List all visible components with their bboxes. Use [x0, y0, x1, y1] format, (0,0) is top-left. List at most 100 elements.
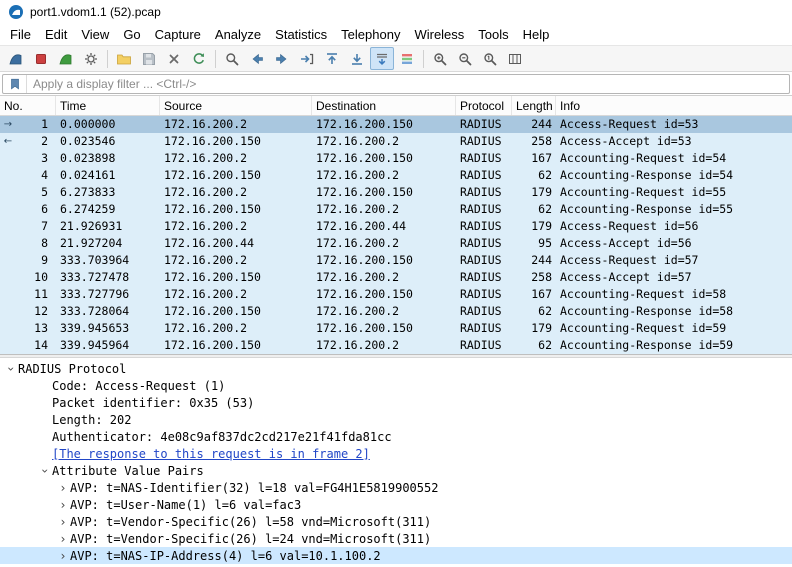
- restart-capture-button[interactable]: [54, 47, 78, 70]
- detail-line-radius-protocol[interactable]: › RADIUS Protocol: [0, 360, 792, 377]
- save-file-button[interactable]: [137, 47, 161, 70]
- cell-source: 172.16.200.150: [160, 201, 312, 218]
- packet-row[interactable]: 3 0.023898 172.16.200.2 172.16.200.150 R…: [0, 150, 792, 167]
- detail-line-avp-nas-identifier[interactable]: › AVP: t=NAS-Identifier(32) l=18 val=FG4…: [0, 479, 792, 496]
- menu-go[interactable]: Go: [116, 25, 147, 44]
- menu-edit[interactable]: Edit: [38, 25, 74, 44]
- cell-info: Accounting-Response id=59: [556, 337, 792, 354]
- first-packet-button[interactable]: [320, 47, 344, 70]
- cell-source: 172.16.200.2: [160, 116, 312, 133]
- auto-scroll-button[interactable]: [370, 47, 394, 70]
- packet-row[interactable]: 5 6.273833 172.16.200.2 172.16.200.150 R…: [0, 184, 792, 201]
- detail-line-packet-identifier[interactable]: Packet identifier: 0x35 (53): [0, 394, 792, 411]
- capture-options-button[interactable]: [79, 47, 103, 70]
- expander-icon[interactable]: ›: [56, 515, 70, 529]
- packet-row[interactable]: 9 333.703964 172.16.200.2 172.16.200.150…: [0, 252, 792, 269]
- packet-row[interactable]: 6 6.274259 172.16.200.150 172.16.200.2 R…: [0, 201, 792, 218]
- packet-row[interactable]: 7 21.926931 172.16.200.2 172.16.200.44 R…: [0, 218, 792, 235]
- column-header-info[interactable]: Info: [556, 96, 792, 115]
- expander-icon[interactable]: ›: [4, 362, 18, 376]
- cell-destination: 172.16.200.2: [312, 337, 456, 354]
- packet-list-header: No. Time Source Destination Protocol Len…: [0, 96, 792, 116]
- zoom-out-icon: [457, 51, 473, 67]
- stop-capture-icon: [33, 51, 49, 67]
- cell-source: 172.16.200.2: [160, 320, 312, 337]
- display-filter-box[interactable]: [2, 74, 790, 94]
- stop-capture-button[interactable]: [29, 47, 53, 70]
- detail-line-attribute-value-pairs[interactable]: › Attribute Value Pairs: [0, 462, 792, 479]
- menu-capture[interactable]: Capture: [148, 25, 208, 44]
- menu-wireless[interactable]: Wireless: [407, 25, 471, 44]
- packet-row[interactable]: 14 339.945964 172.16.200.150 172.16.200.…: [0, 337, 792, 354]
- expander-icon[interactable]: ›: [56, 498, 70, 512]
- cell-time: 0.023898: [56, 150, 160, 167]
- first-packet-icon: [324, 51, 340, 67]
- packet-row[interactable]: →1 0.000000 172.16.200.2 172.16.200.150 …: [0, 116, 792, 133]
- start-capture-button[interactable]: [4, 47, 28, 70]
- detail-line-length[interactable]: Length: 202: [0, 411, 792, 428]
- go-back-button[interactable]: [245, 47, 269, 70]
- detail-line-authenticator[interactable]: Authenticator: 4e08c9af837dc2cd217e21f41…: [0, 428, 792, 445]
- expander-icon[interactable]: ›: [56, 549, 70, 563]
- cell-protocol: RADIUS: [456, 337, 512, 354]
- cell-length: 258: [512, 133, 556, 150]
- colorize-button[interactable]: [395, 47, 419, 70]
- menu-view[interactable]: View: [74, 25, 116, 44]
- close-file-button[interactable]: [162, 47, 186, 70]
- main-toolbar: [0, 45, 792, 72]
- detail-line-response-frame-link[interactable]: [The response to this request is in fram…: [0, 445, 792, 462]
- column-header-source[interactable]: Source: [160, 96, 312, 115]
- packet-row[interactable]: 12 333.728064 172.16.200.150 172.16.200.…: [0, 303, 792, 320]
- last-packet-button[interactable]: [345, 47, 369, 70]
- expander-icon[interactable]: ›: [38, 464, 52, 478]
- reload-file-button[interactable]: [187, 47, 211, 70]
- detail-line-avp-vendor-specific-2[interactable]: › AVP: t=Vendor-Specific(26) l=24 vnd=Mi…: [0, 530, 792, 547]
- zoom-in-button[interactable]: [428, 47, 452, 70]
- resize-columns-icon: [507, 51, 523, 67]
- display-filter-input[interactable]: [27, 77, 789, 91]
- zoom-out-button[interactable]: [453, 47, 477, 70]
- column-header-no[interactable]: No.: [0, 96, 56, 115]
- menu-analyze[interactable]: Analyze: [208, 25, 268, 44]
- cell-source: 172.16.200.150: [160, 167, 312, 184]
- cell-source: 172.16.200.2: [160, 252, 312, 269]
- packet-row[interactable]: 8 21.927204 172.16.200.44 172.16.200.2 R…: [0, 235, 792, 252]
- cell-time: 6.273833: [56, 184, 160, 201]
- expander-icon[interactable]: ›: [56, 532, 70, 546]
- column-header-length[interactable]: Length: [512, 96, 556, 115]
- go-forward-button[interactable]: [270, 47, 294, 70]
- go-to-packet-button[interactable]: [295, 47, 319, 70]
- cell-destination: 172.16.200.150: [312, 116, 456, 133]
- menu-file[interactable]: File: [3, 25, 38, 44]
- menu-tools[interactable]: Tools: [471, 25, 515, 44]
- packet-row[interactable]: 4 0.024161 172.16.200.150 172.16.200.2 R…: [0, 167, 792, 184]
- resize-columns-button[interactable]: [503, 47, 527, 70]
- detail-line-code[interactable]: Code: Access-Request (1): [0, 377, 792, 394]
- cell-source: 172.16.200.2: [160, 150, 312, 167]
- filter-bookmark-button[interactable]: [3, 75, 27, 93]
- packet-row[interactable]: 13 339.945653 172.16.200.2 172.16.200.15…: [0, 320, 792, 337]
- menu-help[interactable]: Help: [516, 25, 557, 44]
- column-header-time[interactable]: Time: [56, 96, 160, 115]
- menu-telephony[interactable]: Telephony: [334, 25, 407, 44]
- menu-statistics[interactable]: Statistics: [268, 25, 334, 44]
- find-packet-button[interactable]: [220, 47, 244, 70]
- column-header-destination[interactable]: Destination: [312, 96, 456, 115]
- expander-icon[interactable]: ›: [56, 481, 70, 495]
- packet-row[interactable]: 10 333.727478 172.16.200.150 172.16.200.…: [0, 269, 792, 286]
- zoom-original-button[interactable]: [478, 47, 502, 70]
- column-header-protocol[interactable]: Protocol: [456, 96, 512, 115]
- cell-time: 0.000000: [56, 116, 160, 133]
- colorize-icon: [399, 51, 415, 67]
- packet-row[interactable]: 11 333.727796 172.16.200.2 172.16.200.15…: [0, 286, 792, 303]
- cell-source: 172.16.200.150: [160, 269, 312, 286]
- packet-row[interactable]: ←2 0.023546 172.16.200.150 172.16.200.2 …: [0, 133, 792, 150]
- detail-line-avp-nas-ip-address[interactable]: › AVP: t=NAS-IP-Address(4) l=6 val=10.1.…: [0, 547, 792, 564]
- cell-length: 62: [512, 303, 556, 320]
- cell-time: 0.024161: [56, 167, 160, 184]
- detail-line-avp-user-name[interactable]: › AVP: t=User-Name(1) l=6 val=fac3: [0, 496, 792, 513]
- open-file-button[interactable]: [112, 47, 136, 70]
- detail-line-avp-vendor-specific-1[interactable]: › AVP: t=Vendor-Specific(26) l=58 vnd=Mi…: [0, 513, 792, 530]
- cell-time: 21.927204: [56, 235, 160, 252]
- cell-source: 172.16.200.150: [160, 337, 312, 354]
